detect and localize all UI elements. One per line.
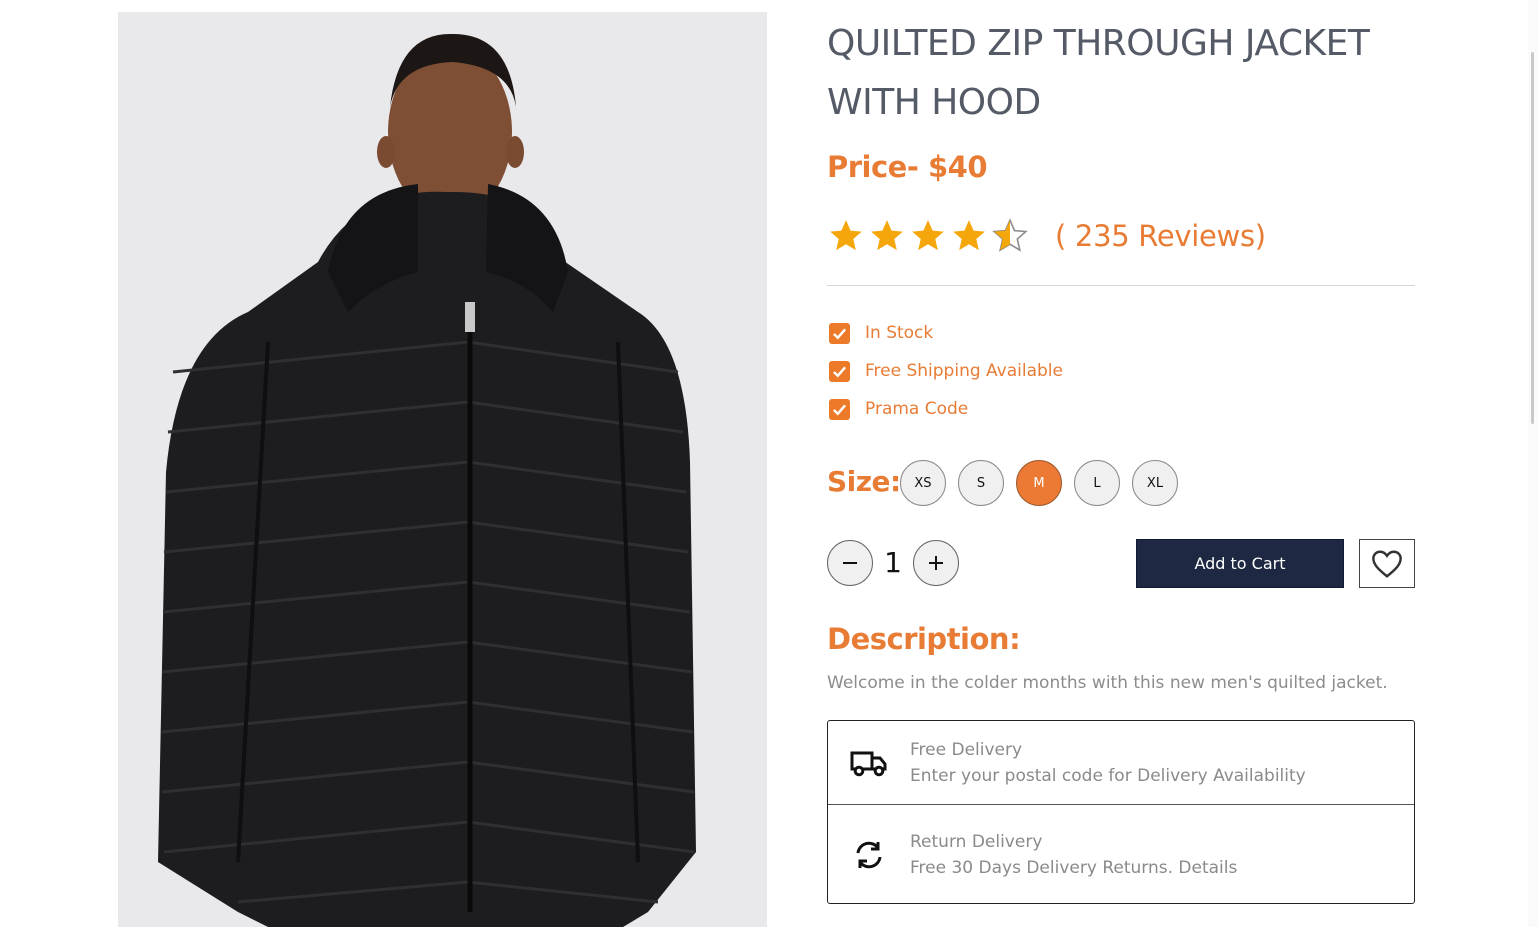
scrollbar-thumb[interactable] <box>1531 52 1534 424</box>
star-full-icon <box>912 220 944 251</box>
description-heading: Description: <box>827 622 1021 656</box>
size-option-xl[interactable]: XL <box>1132 460 1178 506</box>
feature-label: Free Shipping Available <box>865 361 1063 381</box>
minus-icon <box>843 562 857 564</box>
star-half-icon <box>992 218 1028 252</box>
quantity-value: 1 <box>884 546 902 579</box>
product-title: QUILTED ZIP THROUGH JACKET WITH HOOD <box>827 23 1370 123</box>
reviews-count[interactable]: ( 235 Reviews) <box>1055 219 1266 253</box>
jacket-photo <box>118 12 767 927</box>
heart-icon <box>1372 549 1402 578</box>
star-full-icon <box>953 220 985 251</box>
free-delivery-text: Free Delivery Enter your postal code for… <box>910 737 1306 789</box>
plus-icon <box>929 556 943 570</box>
return-delivery-text: Return Delivery Free 30 Days Delivery Re… <box>910 829 1237 881</box>
divider <box>827 285 1415 286</box>
free-delivery-row: Free Delivery Enter your postal code for… <box>828 721 1414 804</box>
product-price: Price- $40 <box>827 150 988 184</box>
page-scrollbar[interactable] <box>1528 0 1538 927</box>
size-option-m[interactable]: M <box>1016 460 1062 506</box>
free-delivery-title: Free Delivery <box>910 739 1023 760</box>
truck-icon <box>850 744 888 782</box>
description-text: Welcome in the colder months with this n… <box>827 673 1388 693</box>
star-full-icon <box>830 220 862 251</box>
checkbox-checked-icon[interactable] <box>829 360 850 382</box>
quantity-increase-button[interactable] <box>913 540 959 586</box>
feature-label: Prama Code <box>865 399 969 419</box>
refresh-icon <box>850 836 888 874</box>
feature-list: In Stock Free Shipping Available Prama C… <box>829 314 1063 428</box>
delivery-info-box: Free Delivery Enter your postal code for… <box>827 720 1415 904</box>
feature-item: Free Shipping Available <box>829 352 1063 390</box>
feature-item: In Stock <box>829 314 1063 352</box>
product-image <box>118 12 767 927</box>
product-rating: ( 235 Reviews) <box>827 212 1266 260</box>
feature-item: Prama Code <box>829 390 1063 428</box>
return-delivery-title: Return Delivery <box>910 831 1043 852</box>
size-label: Size: <box>827 465 901 498</box>
size-option-l[interactable]: L <box>1074 460 1120 506</box>
size-option-s[interactable]: S <box>958 460 1004 506</box>
checkbox-checked-icon[interactable] <box>829 398 850 420</box>
return-delivery-subtitle[interactable]: Free 30 Days Delivery Returns. Details <box>910 855 1237 881</box>
size-option-xs[interactable]: XS <box>900 460 946 506</box>
quantity-decrease-button[interactable] <box>827 540 873 586</box>
add-to-cart-button[interactable]: Add to Cart <box>1136 539 1344 588</box>
feature-label: In Stock <box>865 323 934 343</box>
checkbox-checked-icon[interactable] <box>829 322 850 344</box>
star-full-icon <box>871 220 903 251</box>
wishlist-button[interactable] <box>1359 539 1415 588</box>
free-delivery-subtitle[interactable]: Enter your postal code for Delivery Avai… <box>910 763 1306 789</box>
size-selector: XS S M L XL <box>900 460 1178 506</box>
return-delivery-row: Return Delivery Free 30 Days Delivery Re… <box>828 804 1414 904</box>
rating-stars <box>827 217 1029 255</box>
